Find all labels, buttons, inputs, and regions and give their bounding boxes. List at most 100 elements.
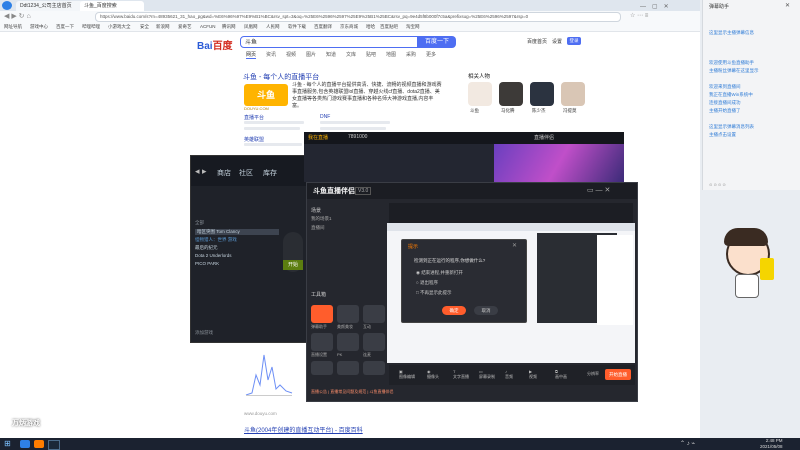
dialog-option[interactable]: ○ 退出程序 [416,280,438,286]
person-name[interactable]: 陈少杰 [532,108,546,114]
bookmark[interactable]: 小游戏大全 [108,22,131,31]
live-right[interactable]: 直播伴侣 [534,134,554,141]
taskbar-app-icon[interactable] [20,440,30,448]
tab-web[interactable]: 网页 [246,51,257,59]
person-avatar[interactable] [468,82,492,106]
top-link-home[interactable]: 百度首页 [527,38,547,45]
sidebar-close-icon[interactable]: ✕ [785,2,790,9]
person-name[interactable]: 冯提莫 [563,108,577,114]
sub-link[interactable]: DNF [320,114,330,120]
tool-danmu-icon[interactable] [311,305,333,323]
add-game-button[interactable]: 添加游戏 [195,330,213,336]
bookmark[interactable]: 软件下载 [288,22,306,31]
tab-shopping[interactable]: 采购 [406,51,416,58]
tool-beauty-icon[interactable] [337,305,359,323]
window-controls[interactable]: — ▢ ✕ [640,1,669,10]
bottom-link[interactable]: 斗鱼(2004年创建的直播互动平台) - 百度百科 [244,425,363,434]
dialog-cancel-button[interactable]: 取消 [474,306,498,315]
window-controls[interactable]: ▭ — ✕ [587,186,610,194]
douyu-logo[interactable]: 斗鱼 [244,84,288,106]
library-filter[interactable]: 全部 [195,220,204,226]
game-item[interactable]: 怪物猎人：世界 游戏 [195,237,237,243]
tool-pk-icon[interactable] [337,333,359,351]
toolbar-item[interactable]: ▭ 屏幕录制 [479,369,495,380]
footer-link[interactable]: 直播公告 | 直播常见问题及规范 | 斗鱼直播伴侣 [311,389,394,395]
bookmark[interactable]: 人民网 [266,22,280,31]
tool-sticker-icon[interactable] [311,361,333,375]
tab-wenku[interactable]: 文库 [346,51,356,58]
tool-settings-icon[interactable] [311,333,333,351]
bookmark[interactable]: 游戏中心 [30,22,48,31]
tool-mic-icon[interactable] [363,333,385,351]
bookmark[interactable]: 新浪网 [156,22,170,31]
search-input[interactable]: 斗鱼 [240,36,418,48]
bookmark[interactable]: 百度翻译 [314,22,332,31]
tab-images[interactable]: 图片 [306,51,316,58]
play-button[interactable]: 开始 [283,260,303,270]
tab-map[interactable]: 地图 [386,51,396,58]
bookmark[interactable]: 安全 [140,22,149,31]
toolbar-item[interactable]: ▶ 视频 [529,369,537,380]
resolution-select[interactable]: 分辨率 [587,371,599,377]
nav-community[interactable]: 社区 [239,168,253,178]
tab-video[interactable]: 视频 [286,51,296,58]
bookmark[interactable]: 百度一下 [56,22,74,31]
toolbar-item[interactable]: ▣ 图像编辑 [399,369,415,380]
start-icon[interactable]: ⊞ [4,439,11,448]
game-item-selected[interactable]: 暗区突围 Tom Clancy [195,229,279,235]
dialog-option[interactable]: □ 不再显示此提示 [416,290,451,296]
taskbar-app-icon[interactable] [48,440,60,450]
person-avatar[interactable] [499,82,523,106]
bookmark[interactable]: 哔哩哔哩 [82,22,100,31]
tray-icons[interactable]: ⌃ ♪ ⌁ [680,440,695,447]
url-input[interactable]: https://www.baidu.com/s?rn=48935621_31_h… [95,12,621,22]
nav-store[interactable]: 商店 [217,168,231,178]
bookmark[interactable]: 爱奇艺 [178,22,192,31]
toolbar-item[interactable]: ⧉ 画中画 [555,369,567,380]
bookmark[interactable]: ACFUN [200,22,216,31]
person-name[interactable]: 马化腾 [501,108,515,114]
person-avatar[interactable] [530,82,554,106]
dialog-option[interactable]: ◉ 结束进程,并重新打开 [416,270,463,276]
tab-tieba[interactable]: 贴吧 [366,51,376,58]
person-avatar[interactable] [561,82,585,106]
search-button[interactable]: 百度一下 [418,36,456,48]
nav-library[interactable]: 库存 [263,168,277,178]
go-live-button[interactable]: 开始直播 [605,369,631,380]
login-button[interactable]: 登录 [567,37,581,45]
clock[interactable]: 2:48 PM 2021/05/08 [760,438,783,450]
toolbar-icons[interactable]: ☆ ⋯ ≡ [630,12,648,19]
game-item[interactable]: PICO PARK [195,261,219,266]
top-link-settings[interactable]: 设置 [552,38,562,45]
person-name[interactable]: 斗鱼 [470,108,479,114]
sub-link[interactable]: 英雄联盟 [244,136,264,143]
tool-more-icon[interactable] [363,361,385,375]
scene-item[interactable]: 直播间 [311,225,325,231]
tab-zhidao[interactable]: 知道 [326,51,336,58]
back-icon[interactable]: ◂ ▸ [195,166,207,177]
dialog-close-icon[interactable]: ✕ [512,242,517,249]
toolbar-item[interactable]: T 文字直播 [453,369,469,380]
tab-news[interactable]: 资讯 [266,51,276,58]
taskbar-app-icon[interactable] [34,440,44,448]
tab-2[interactable]: 斗鱼_百度搜索 [80,1,144,11]
game-item[interactable]: 最后的纪元 [195,245,218,251]
tool-interact-icon[interactable] [363,305,385,323]
toolbar-item[interactable]: ◉ 摄像头 [427,369,439,380]
bookmark[interactable]: 网址导航 [4,22,22,31]
scene-item[interactable]: 我的场景1 [311,216,332,222]
tool-filter-icon[interactable] [337,361,359,375]
game-item[interactable]: Dota 2 Underlords [195,253,232,258]
bookmark[interactable]: 凤凰网 [244,22,258,31]
sub-link[interactable]: 直播平台 [244,114,264,121]
tab-1[interactable]: Ddt1234_公司主店首页 [16,1,84,11]
toolbar-item[interactable]: ♪ 音频 [505,369,513,380]
dialog-ok-button[interactable]: 确定 [442,306,466,315]
bookmark[interactable]: 哈哈 [366,22,375,31]
bookmark[interactable]: 京东商城 [340,22,358,31]
baidu-logo[interactable]: Bai百度 [197,37,233,52]
bookmark[interactable]: 淘宝网 [406,22,420,31]
nav-buttons-icon[interactable]: ◀ ▶ ↻ ⌂ [4,12,31,20]
result-title[interactable]: 斗鱼 - 每个人的直播平台 [243,72,319,82]
bookmark[interactable]: 腾讯网 [222,22,236,31]
